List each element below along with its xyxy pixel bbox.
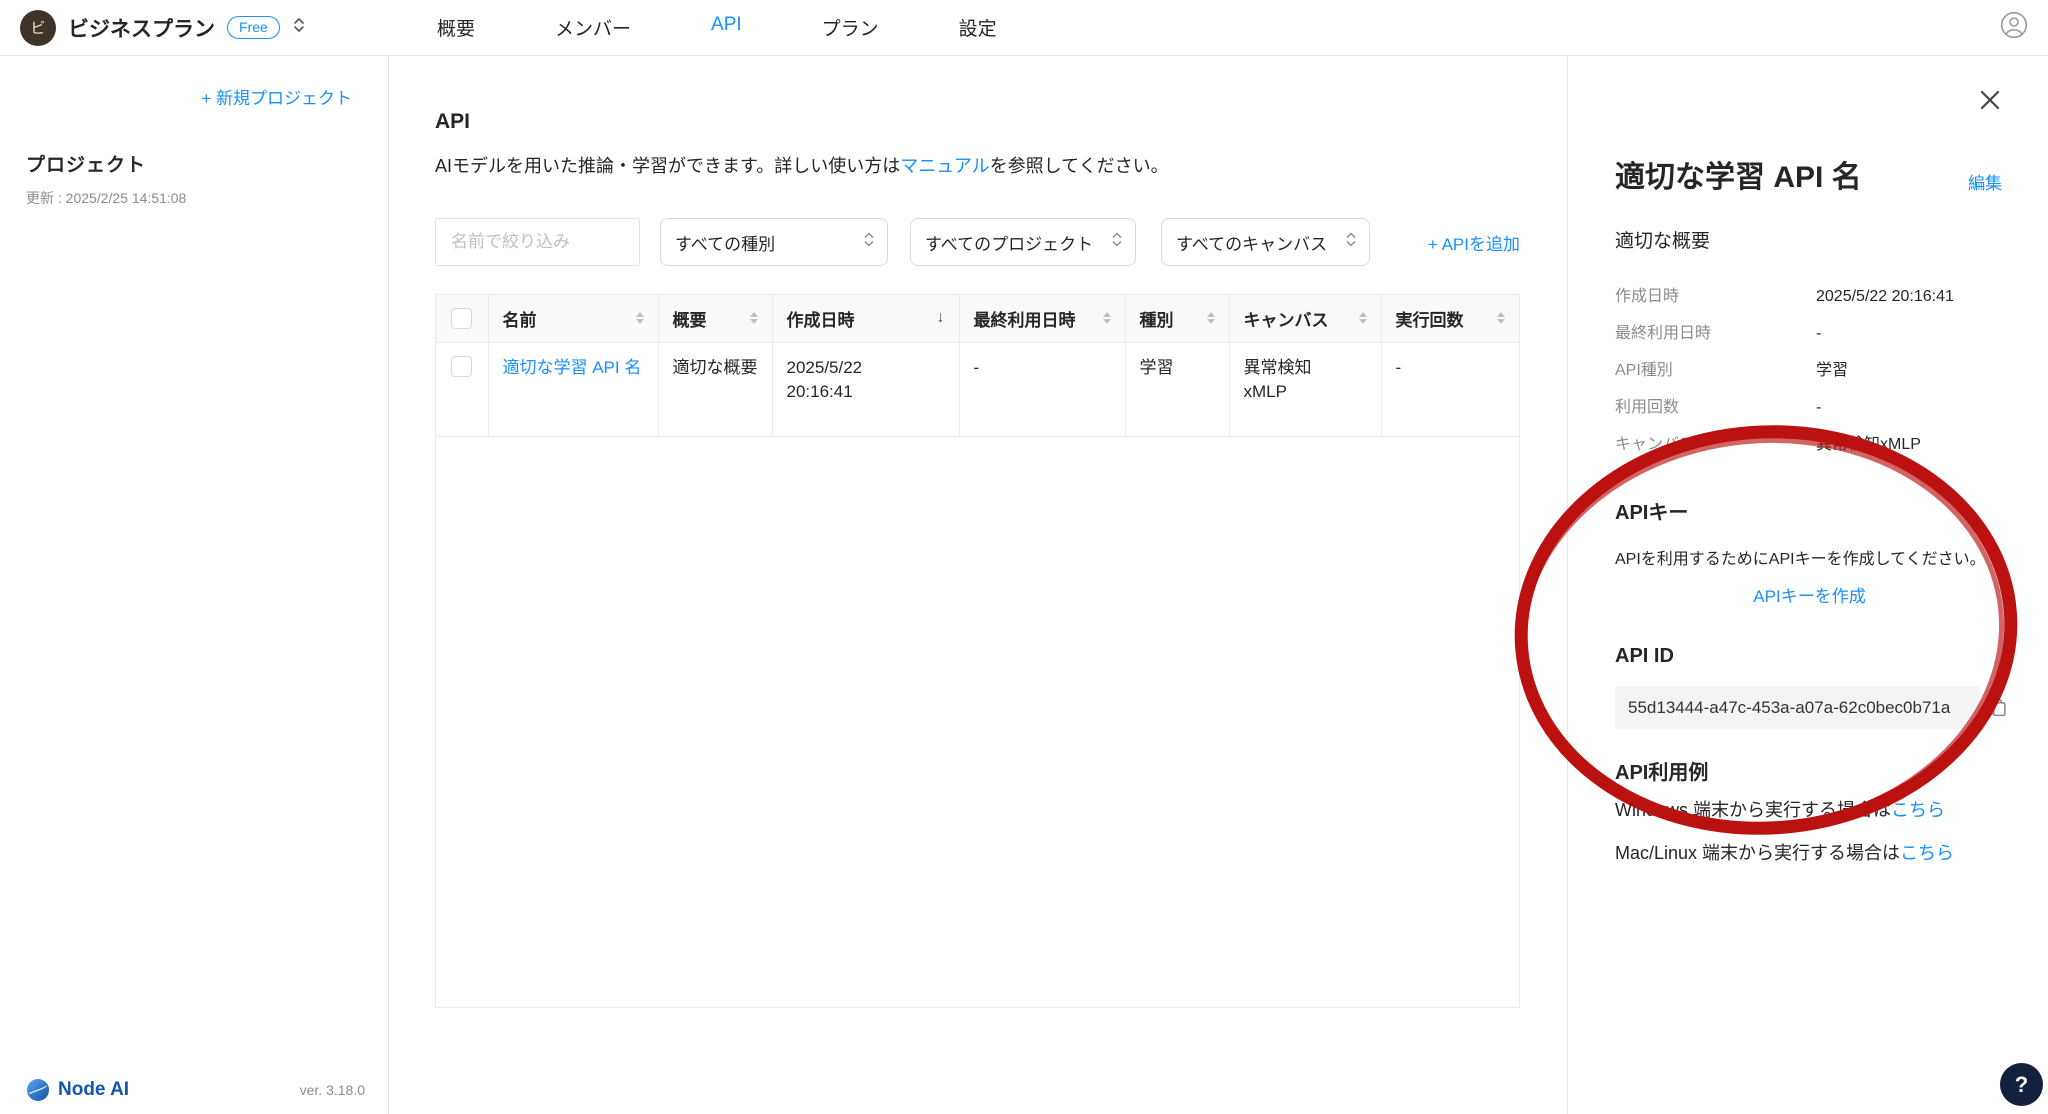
api-id-section-title: API ID <box>1615 645 1674 668</box>
col-header-run-count[interactable]: 実行回数 <box>1381 295 1519 342</box>
page-description: AIモデルを用いた推論・学習ができます。詳しい使い方はマニュアルを参照してくださ… <box>435 152 1169 178</box>
user-avatar-icon[interactable] <box>2000 11 2028 44</box>
table-header-row: 名前 概要 作成日時↓ 最終利用日時 種別 <box>436 295 1519 342</box>
row-select-cell <box>436 342 488 436</box>
usage-line-mac-linux: Mac/Linux 端末から実行する場合はこちら <box>1615 839 2024 865</box>
plan-badge: Free <box>227 16 280 39</box>
api-table: 名前 概要 作成日時↓ 最終利用日時 種別 <box>435 294 1520 1008</box>
mac-linux-guide-link[interactable]: こちら <box>1900 843 1954 863</box>
row-run-count-cell: - <box>1381 342 1519 436</box>
new-project-button[interactable]: + 新規プロジェクト <box>201 84 352 109</box>
help-icon: ? <box>2015 1072 2028 1098</box>
nav-tab-api[interactable]: API <box>711 14 742 41</box>
canvas-filter-select[interactable]: すべてのキャンバス <box>1161 218 1370 266</box>
row-created-cell: 2025/5/22 20:16:41 <box>772 342 959 436</box>
copy-icon[interactable] <box>1987 697 2008 718</box>
version-label: ver. 3.18.0 <box>300 1082 365 1098</box>
create-api-key-button[interactable]: APIキーを作成 <box>1753 587 1865 606</box>
field-row-last-used: 最終利用日時 - <box>1615 323 2008 345</box>
field-row-usage-count: 利用回数 - <box>1615 397 2008 419</box>
field-row-api-type: API種別 学習 <box>1615 360 2008 382</box>
sort-icon[interactable] <box>1103 312 1111 324</box>
api-usage-lines: Windows 端末から実行する場合はこちら Mac/Linux 端末から実行す… <box>1615 796 2024 882</box>
detail-summary: 適切な概要 <box>1615 226 1710 253</box>
row-checkbox[interactable] <box>451 356 472 377</box>
project-filter-select[interactable]: すべてのプロジェクト <box>910 218 1136 266</box>
search-input[interactable] <box>435 218 640 266</box>
field-row-created: 作成日時 2025/5/22 20:16:41 <box>1615 286 2008 308</box>
app-root: ビ ビジネスプラン Free 概要 メンバー API プラン 設定 + 新規プロ… <box>0 0 2048 1114</box>
projects-updated-text: 更新 : 2025/2/25 14:51:08 <box>26 188 186 208</box>
detail-title: 適切な学習 API 名 <box>1615 161 1862 194</box>
node-ai-logo-icon <box>26 1078 50 1102</box>
row-canvas-cell: 異常検知 xMLP <box>1229 342 1381 436</box>
sidebar: + 新規プロジェクト プロジェクト 更新 : 2025/2/25 14:51:0… <box>0 56 389 1114</box>
sort-icon[interactable] <box>1359 312 1367 324</box>
filter-bar: すべての種別 すべてのプロジェクト すべてのキャンバス + APIを追加 <box>435 218 1520 266</box>
close-icon[interactable] <box>1976 86 2004 114</box>
chevron-updown-icon <box>1345 231 1357 253</box>
col-header-type[interactable]: 種別 <box>1125 295 1229 342</box>
api-id-value: 55d13444-a47c-453a-a07a-62c0bec0b71a <box>1615 686 1980 729</box>
chevron-updown-icon <box>292 15 306 40</box>
nav-tab-members[interactable]: メンバー <box>555 14 631 41</box>
add-api-button[interactable]: + APIを追加 <box>1428 230 1520 255</box>
detail-fields: 作成日時 2025/5/22 20:16:41 最終利用日時 - API種別 学… <box>1615 286 2008 471</box>
row-last-used-cell: - <box>959 342 1125 436</box>
node-ai-logo: Node AI <box>26 1078 129 1102</box>
row-summary-cell: 適切な概要 <box>658 342 772 436</box>
sort-icon[interactable] <box>750 312 758 324</box>
edit-button[interactable]: 編集 <box>1968 169 2002 194</box>
field-row-canvas: キャンバス 異常検知xMLP <box>1615 434 2008 456</box>
col-header-last-used[interactable]: 最終利用日時 <box>959 295 1125 342</box>
chevron-updown-icon <box>863 231 875 253</box>
projects-section-title: プロジェクト <box>26 150 146 177</box>
nav-tab-plan[interactable]: プラン <box>822 14 879 41</box>
main-nav: 概要 メンバー API プラン 設定 <box>437 14 997 41</box>
workspace-avatar: ビ <box>20 10 56 46</box>
sort-desc-icon[interactable]: ↓ <box>937 309 945 327</box>
manual-link[interactable]: マニュアル <box>900 156 989 176</box>
windows-guide-link[interactable]: こちら <box>1891 800 1945 820</box>
select-all-checkbox[interactable] <box>451 308 472 329</box>
usage-line-windows: Windows 端末から実行する場合はこちら <box>1615 796 2024 822</box>
api-name-link[interactable]: 適切な学習 API 名 <box>503 358 642 377</box>
row-type-cell: 学習 <box>1125 342 1229 436</box>
sort-icon[interactable] <box>636 312 644 324</box>
col-header-created[interactable]: 作成日時↓ <box>772 295 959 342</box>
nav-tab-overview[interactable]: 概要 <box>437 14 475 41</box>
workspace-initial: ビ <box>30 17 45 38</box>
api-key-section-title: APIキー <box>1615 496 1688 525</box>
col-header-summary[interactable]: 概要 <box>658 295 772 342</box>
description-text-suffix: を参照してください。 <box>990 156 1169 176</box>
type-filter-select[interactable]: すべての種別 <box>660 218 888 266</box>
main-content: API AIモデルを用いた推論・学習ができます。詳しい使い方はマニュアルを参照し… <box>389 56 1567 1114</box>
workspace-name: ビジネスプラン <box>68 13 215 43</box>
page-title: API <box>435 110 470 134</box>
workspace-selector[interactable]: ビ ビジネスプラン Free <box>0 10 389 46</box>
table-row: 適切な学習 API 名 適切な概要 2025/5/22 20:16:41 - 学… <box>436 342 1519 436</box>
logo-text: Node AI <box>58 1079 129 1101</box>
help-button[interactable]: ? <box>2000 1063 2043 1106</box>
sort-icon[interactable] <box>1497 312 1505 324</box>
api-usage-section-title: API利用例 <box>1615 756 1708 785</box>
col-header-canvas[interactable]: キャンバス <box>1229 295 1381 342</box>
nav-tab-settings[interactable]: 設定 <box>959 14 997 41</box>
sidebar-footer: Node AI ver. 3.18.0 <box>26 1078 365 1102</box>
sort-icon[interactable] <box>1207 312 1215 324</box>
api-key-description: APIを利用するためにAPIキーを作成してください。 <box>1615 545 2024 569</box>
col-header-name[interactable]: 名前 <box>488 295 658 342</box>
detail-panel: 適切な学習 API 名 編集 適切な概要 作成日時 2025/5/22 20:1… <box>1567 56 2048 1114</box>
row-name-cell: 適切な学習 API 名 <box>488 342 658 436</box>
chevron-updown-icon <box>1111 231 1123 253</box>
description-text: AIモデルを用いた推論・学習ができます。詳しい使い方は <box>435 156 900 176</box>
top-bar: ビ ビジネスプラン Free 概要 メンバー API プラン 設定 <box>0 0 2048 56</box>
select-all-header[interactable] <box>436 295 488 342</box>
